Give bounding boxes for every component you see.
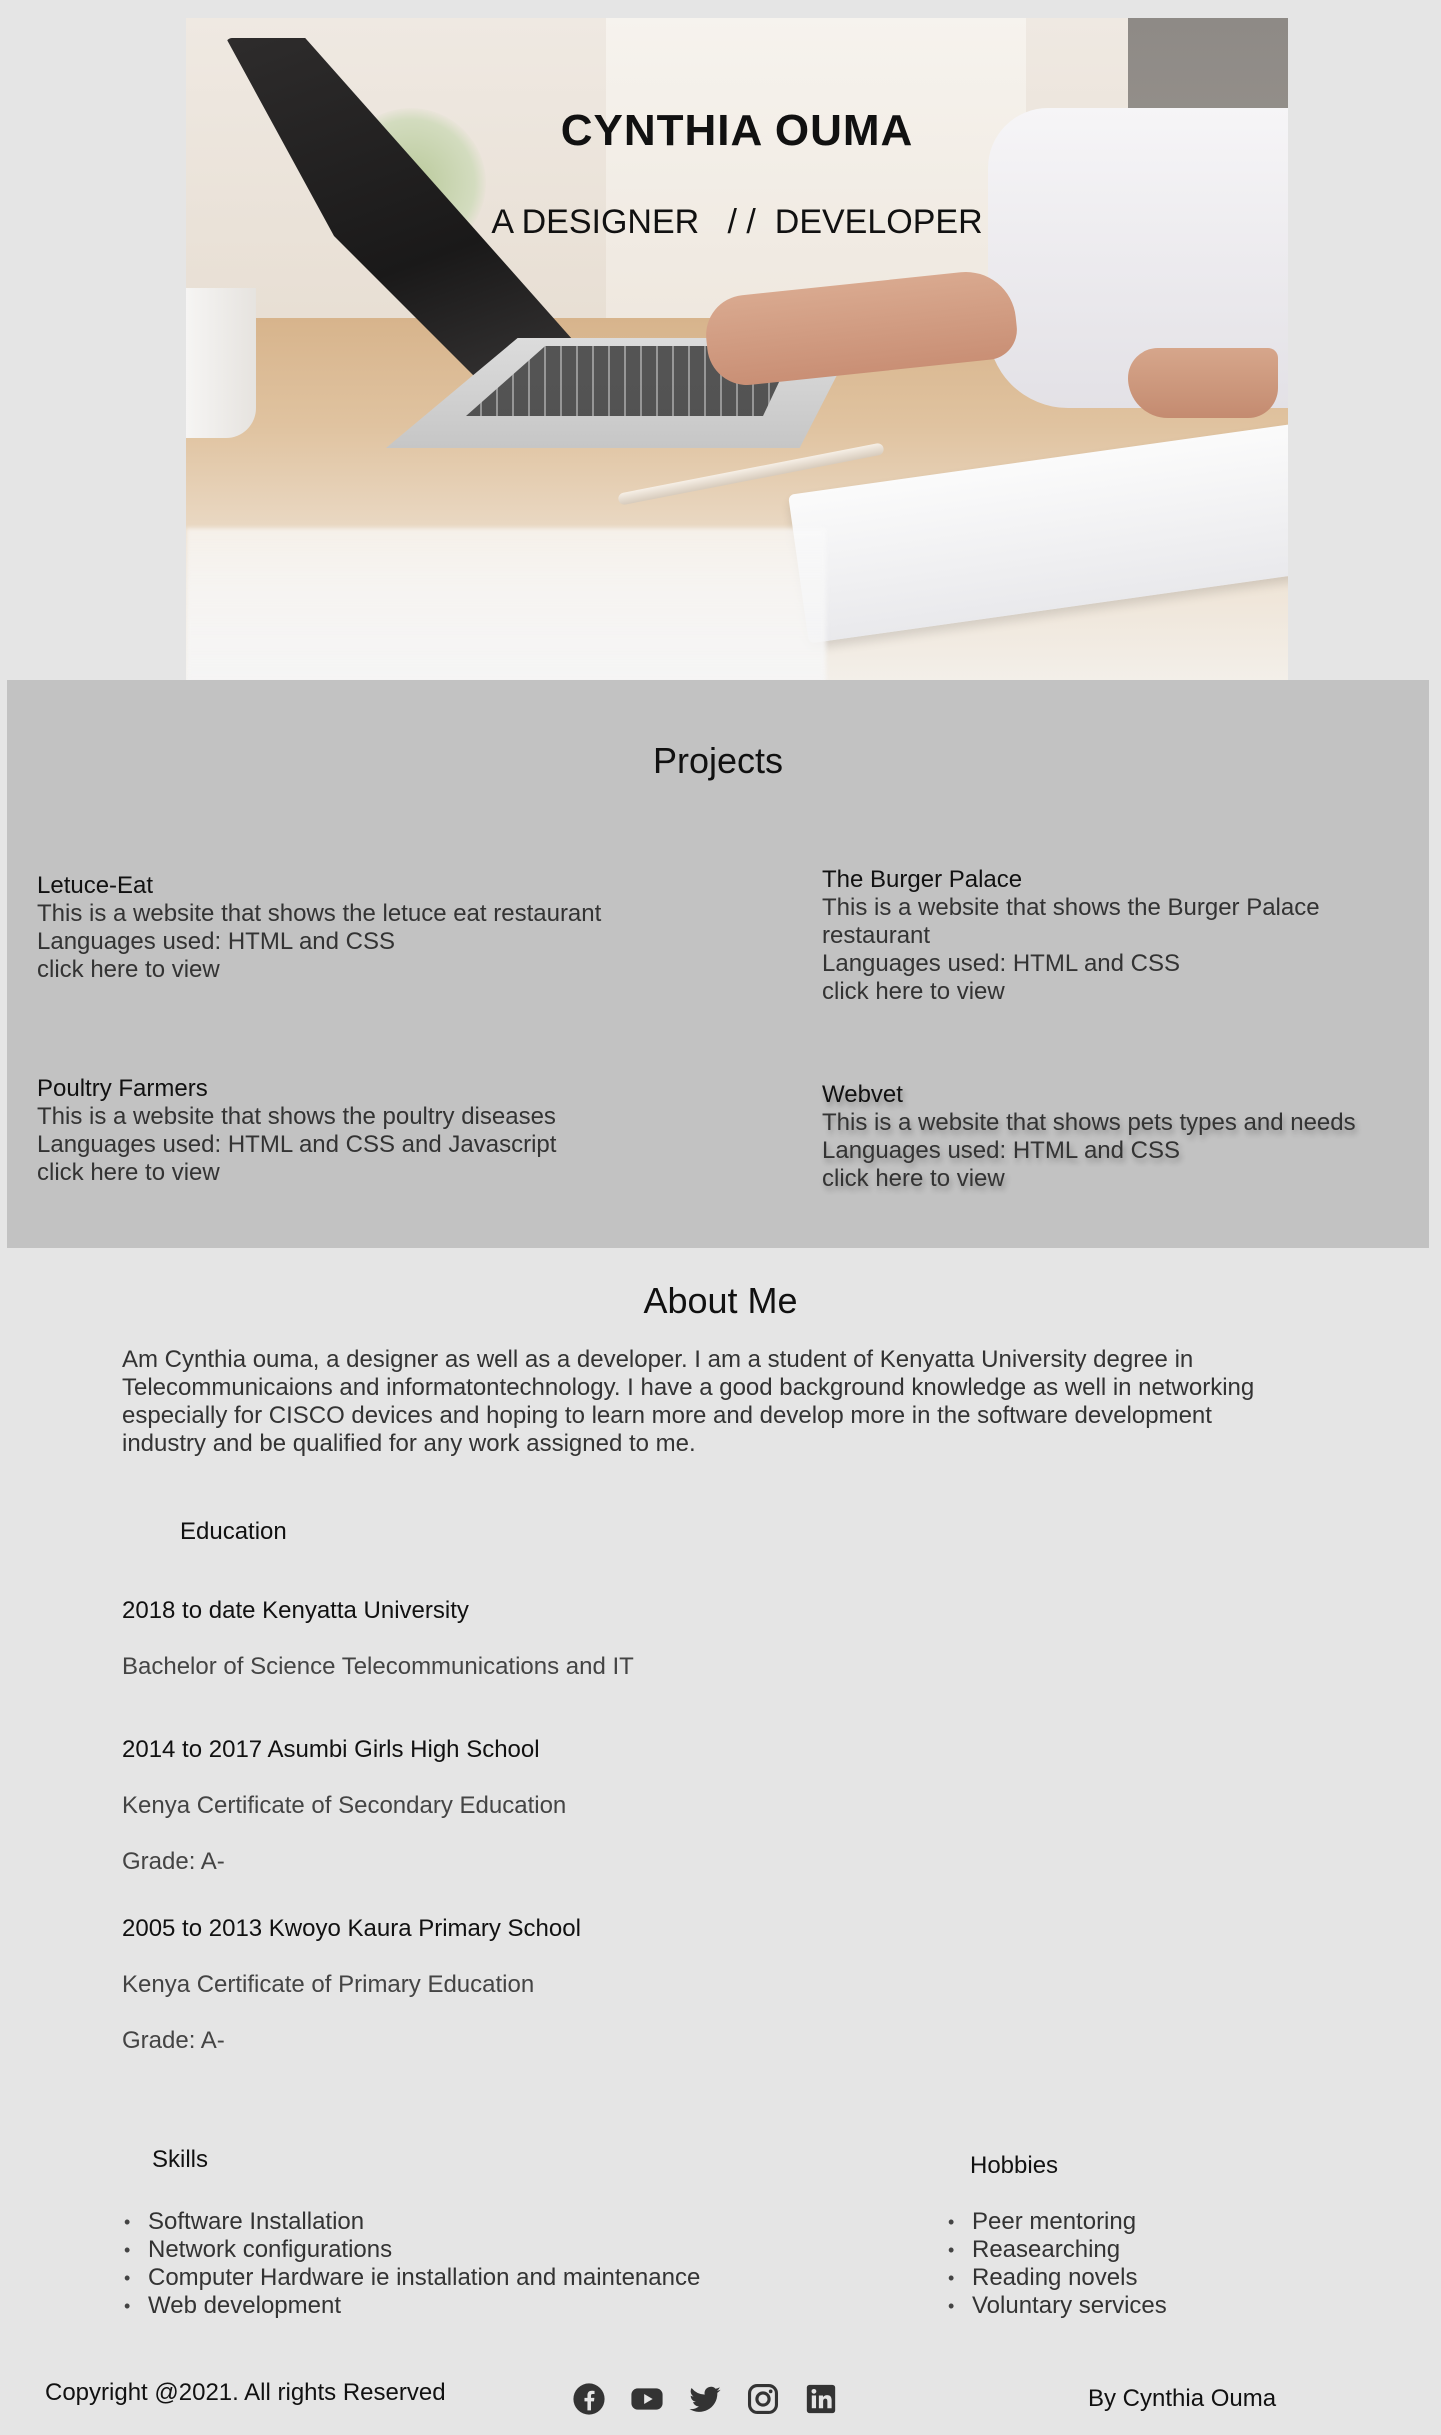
copyright-text: Copyright @2021. All rights Reserved xyxy=(45,2379,446,2406)
about-text: Am Cynthia ouma, a designer as well as a… xyxy=(122,1346,1255,1457)
skills-list-item: Software Installation xyxy=(122,2208,700,2236)
education-heading: Education xyxy=(180,1518,287,1545)
hero-subtitle: A DESIGNER / / DEVELOPER xyxy=(491,203,983,241)
project-description: This is a website that shows the poultry… xyxy=(37,1103,556,1130)
hero-photo-hand-left xyxy=(1128,348,1278,418)
education-entry-qualification: Kenya Certificate of Secondary Education xyxy=(122,1792,567,1819)
hero-photo-paper xyxy=(186,528,826,680)
education-entry: 2014 to 2017 Asumbi Girls High School Ke… xyxy=(122,1736,566,1876)
education-entry: 2018 to date Kenyatta University Bachelo… xyxy=(122,1597,634,1681)
project-view-link[interactable]: click here to view xyxy=(37,1159,556,1187)
author-byline: By Cynthia Ouma xyxy=(1088,2385,1277,2412)
education-entry-grade: Grade: A- xyxy=(122,1848,225,1875)
project-title: Webvet xyxy=(822,1081,903,1108)
hobbies-list-item: Voluntary services xyxy=(946,2292,1167,2320)
project-description: This is a website that shows pets types … xyxy=(822,1109,1356,1136)
hero-photo-cup xyxy=(186,288,256,438)
project-card: Letuce-Eat This is a website that shows … xyxy=(37,872,601,984)
skills-heading: Skills xyxy=(152,2146,209,2173)
project-card: The Burger Palace This is a website that… xyxy=(822,866,1429,1006)
project-view-link[interactable]: click here to view xyxy=(822,978,1429,1006)
facebook-icon[interactable] xyxy=(572,2382,606,2416)
twitter-icon[interactable] xyxy=(688,2382,722,2416)
project-title: The Burger Palace xyxy=(822,866,1023,893)
project-description: This is a website that shows the letuce … xyxy=(37,900,602,927)
education-entry-title: 2018 to date Kenyatta University xyxy=(122,1597,469,1624)
project-title: Letuce-Eat xyxy=(37,872,154,899)
hobbies-list: Peer mentoring Reasearching Reading nove… xyxy=(946,2208,1167,2320)
education-entry-title: 2014 to 2017 Asumbi Girls High School xyxy=(122,1736,540,1763)
project-title: Poultry Farmers xyxy=(37,1075,208,1102)
hero-banner: CYNTHIA OUMA A DESIGNER / / DEVELOPER xyxy=(186,18,1288,680)
linkedin-icon[interactable] xyxy=(804,2382,838,2416)
youtube-icon[interactable] xyxy=(630,2382,664,2416)
skills-list-item: Computer Hardware ie installation and ma… xyxy=(122,2264,700,2292)
hero-title: CYNTHIA OUMA xyxy=(560,106,914,155)
social-links xyxy=(572,2382,838,2416)
hobbies-list-item: Reasearching xyxy=(946,2236,1167,2264)
skills-list-item: Web development xyxy=(122,2292,700,2320)
about-heading: About Me xyxy=(643,1280,798,1321)
project-card: Poultry Farmers This is a website that s… xyxy=(37,1075,556,1187)
education-entry-qualification: Bachelor of Science Telecommunications a… xyxy=(122,1653,634,1680)
project-description: This is a website that shows the Burger … xyxy=(822,894,1320,949)
hobbies-list-item: Peer mentoring xyxy=(946,2208,1167,2236)
project-languages: Languages used: HTML and CSS xyxy=(37,928,395,955)
education-entry: 2005 to 2013 Kwoyo Kaura Primary School … xyxy=(122,1915,581,2055)
project-card: Webvet This is a website that shows pets… xyxy=(822,1081,1356,1193)
education-entry-qualification: Kenya Certificate of Primary Education xyxy=(122,1971,535,1998)
skills-list: Software Installation Network configurat… xyxy=(122,2208,700,2320)
project-languages: Languages used: HTML and CSS xyxy=(822,1137,1180,1164)
instagram-icon[interactable] xyxy=(746,2382,780,2416)
projects-section: Projects Letuce-Eat This is a website th… xyxy=(7,680,1429,1248)
hobbies-heading: Hobbies xyxy=(970,2152,1059,2179)
education-entry-grade: Grade: A- xyxy=(122,2027,225,2054)
project-languages: Languages used: HTML and CSS xyxy=(822,950,1180,977)
project-languages: Languages used: HTML and CSS and Javascr… xyxy=(37,1131,557,1158)
hobbies-list-item: Reading novels xyxy=(946,2264,1167,2292)
project-view-link[interactable]: click here to view xyxy=(822,1165,1356,1193)
education-entry-title: 2005 to 2013 Kwoyo Kaura Primary School xyxy=(122,1915,581,1942)
project-view-link[interactable]: click here to view xyxy=(37,956,601,984)
projects-heading: Projects xyxy=(652,740,784,781)
skills-list-item: Network configurations xyxy=(122,2236,700,2264)
